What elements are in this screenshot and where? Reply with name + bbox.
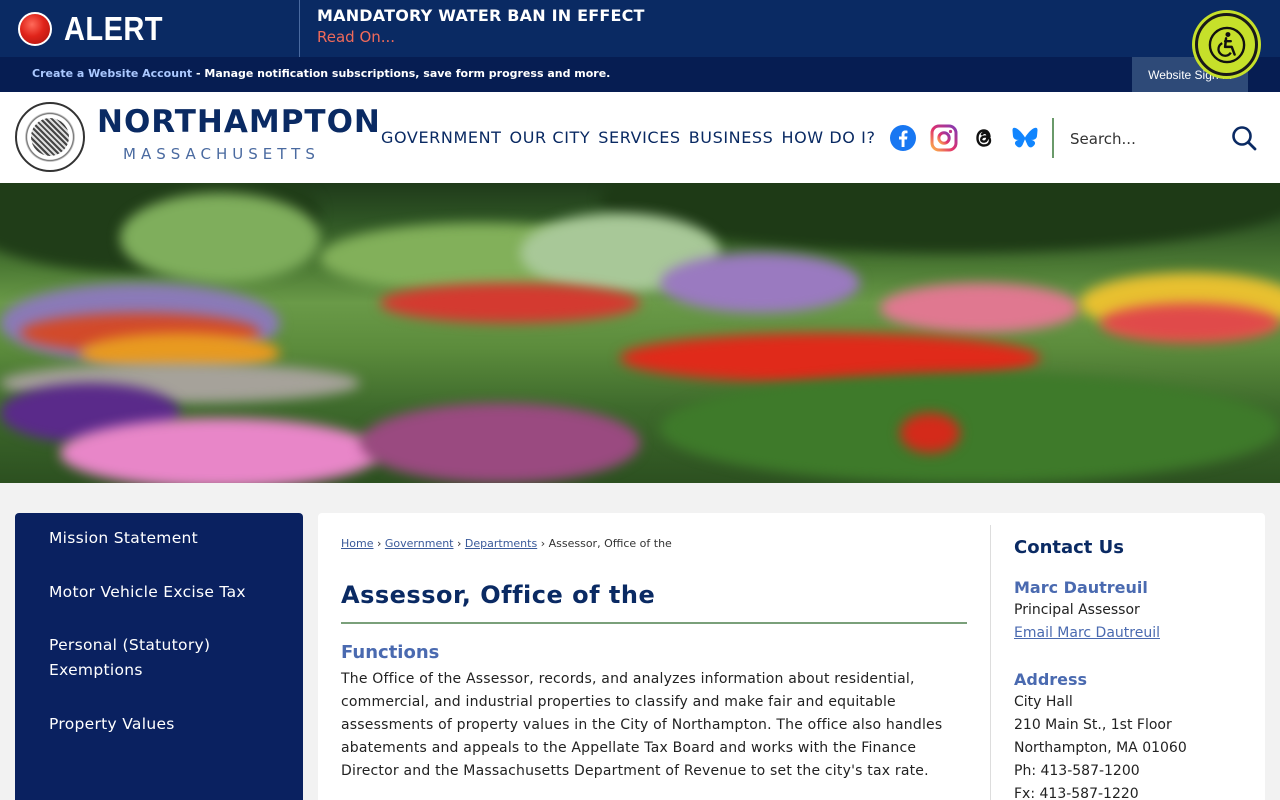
- create-account-link[interactable]: Create a Website Account: [32, 67, 192, 80]
- phone-number: Ph: 413-587-1200: [1014, 763, 1140, 779]
- sidebar-item-personal-exemptions[interactable]: Personal (Statutory) Exemptions: [15, 633, 275, 683]
- contact-title: Contact Us: [1014, 537, 1125, 558]
- contact-email-link[interactable]: Email Marc Dautreuil: [1014, 625, 1160, 641]
- facebook-icon[interactable]: [889, 124, 917, 152]
- nav-how-do-i[interactable]: HOW DO I?: [781, 128, 875, 147]
- wheelchair-icon: [1208, 26, 1245, 63]
- breadcrumb-separator: ›: [540, 537, 546, 550]
- city-seal-logo[interactable]: [15, 102, 85, 172]
- breadcrumb-home[interactable]: Home: [341, 537, 373, 550]
- address-line: 210 Main St., 1st Floor: [1014, 717, 1172, 733]
- alert-read-on-link[interactable]: Read On...: [317, 28, 645, 46]
- sidebar-item-motor-vehicle-excise-tax[interactable]: Motor Vehicle Excise Tax: [15, 580, 266, 605]
- header-divider: [1052, 118, 1054, 158]
- alert-bar: ALERT MANDATORY WATER BAN IN EFFECT Read…: [0, 0, 1280, 57]
- instagram-icon[interactable]: [930, 124, 958, 152]
- address-line: City Hall: [1014, 694, 1073, 710]
- search-icon: [1232, 126, 1257, 151]
- search-input[interactable]: [1070, 124, 1220, 154]
- bluesky-icon[interactable]: [1011, 124, 1039, 152]
- alert-label-area: ALERT: [0, 0, 300, 57]
- site-header: NORTHAMPTON MASSACHUSETTS GOVERNMENT OUR…: [0, 92, 1280, 183]
- page-title: Assessor, Office of the: [341, 581, 656, 609]
- breadcrumb-government[interactable]: Government: [385, 537, 454, 550]
- brand-subtitle: MASSACHUSETTS: [123, 145, 320, 163]
- search-button[interactable]: [1230, 124, 1258, 152]
- account-description: - Manage notification subscriptions, sav…: [192, 67, 611, 80]
- sidebar-item-property-values[interactable]: Property Values: [15, 712, 195, 737]
- sidebar-item-mission-statement[interactable]: Mission Statement: [15, 526, 218, 551]
- address-heading: Address: [1014, 670, 1088, 689]
- nav-government[interactable]: GOVERNMENT: [381, 128, 502, 147]
- alert-label: ALERT: [64, 9, 163, 47]
- fax-number: Fx: 413-587-1220: [1014, 786, 1139, 800]
- nav-business[interactable]: BUSINESS: [689, 128, 774, 147]
- main-content: Home › Government › Departments › Assess…: [318, 513, 1265, 800]
- account-message: Create a Website Account - Manage notifi…: [32, 67, 610, 80]
- alert-title: MANDATORY WATER BAN IN EFFECT: [317, 6, 645, 25]
- functions-body: The Office of the Assessor, records, and…: [341, 671, 943, 779]
- nav-services[interactable]: SERVICES: [598, 128, 680, 147]
- breadcrumb-current: Assessor, Office of the: [548, 537, 672, 550]
- breadcrumb-separator: ›: [457, 537, 462, 550]
- address-line: Northampton, MA 01060: [1014, 740, 1187, 756]
- alert-message: MANDATORY WATER BAN IN EFFECT Read On...: [300, 0, 645, 57]
- functions-heading: Functions: [341, 642, 440, 663]
- brand-name[interactable]: NORTHAMPTON: [97, 104, 381, 140]
- breadcrumb-departments[interactable]: Departments: [465, 537, 537, 550]
- main-nav: GOVERNMENT OUR CITY SERVICES BUSINESS HO…: [381, 128, 884, 147]
- title-divider: [341, 622, 967, 624]
- contact-name: Marc Dautreuil: [1014, 578, 1148, 597]
- breadcrumb-separator: ›: [376, 537, 382, 550]
- content-divider: [990, 525, 991, 800]
- alert-dot-icon: [18, 11, 52, 46]
- breadcrumb: Home › Government › Departments › Assess…: [341, 537, 672, 550]
- contact-role: Principal Assessor: [1014, 602, 1140, 618]
- section-sidebar: Mission Statement Motor Vehicle Excise T…: [15, 513, 303, 800]
- account-bar: Create a Website Account - Manage notifi…: [0, 57, 1280, 92]
- threads-icon[interactable]: [970, 124, 998, 152]
- accessibility-button[interactable]: [1195, 13, 1258, 76]
- hero-garden-image: [0, 183, 1280, 483]
- nav-our-city[interactable]: OUR CITY: [510, 128, 591, 147]
